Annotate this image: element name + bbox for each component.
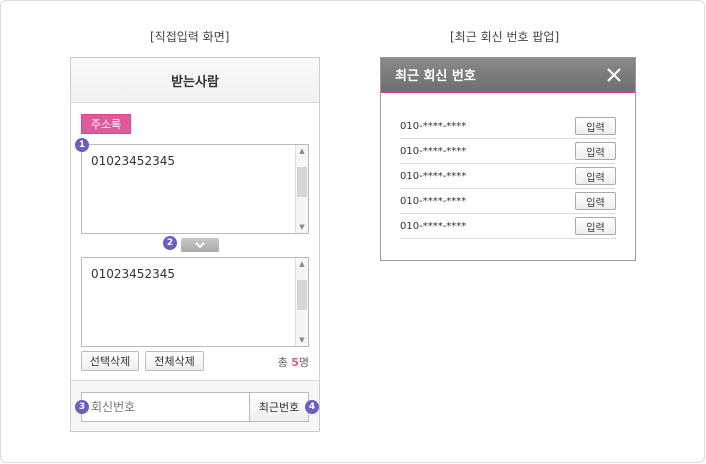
recent-popup-caption: [최근 회신 번호 팝업] — [450, 30, 560, 44]
scroll-up-icon[interactable]: ▲ — [296, 258, 308, 270]
callback-number-input[interactable] — [81, 392, 250, 422]
close-icon[interactable] — [606, 67, 622, 83]
number-input-area[interactable]: 01023452345 ▲ ▼ — [81, 144, 309, 234]
recent-number: 010-****-**** — [400, 220, 467, 232]
panel-title: 받는사람 — [71, 58, 319, 103]
enter-button[interactable]: 입력 — [575, 192, 616, 210]
input-scrollbar[interactable]: ▲ ▼ — [295, 145, 308, 233]
total-prefix: 총 — [277, 356, 292, 369]
enter-button[interactable]: 입력 — [575, 167, 616, 185]
recent-number: 010-****-**** — [400, 195, 467, 207]
marker-2: 2 — [163, 236, 177, 250]
direct-input-caption: [직접입력 화면] — [150, 30, 230, 44]
delete-selected-button[interactable]: 선택삭제 — [81, 351, 139, 371]
list-scrollbar[interactable]: ▲ ▼ — [295, 258, 308, 346]
total-suffix: 명 — [298, 356, 309, 369]
scroll-down-icon[interactable]: ▼ — [296, 334, 308, 346]
list-item: 010-****-**** 입력 — [400, 164, 616, 189]
enter-button[interactable]: 입력 — [575, 142, 616, 160]
list-item: 010-****-**** 입력 — [400, 114, 616, 139]
number-input-text: 01023452345 — [91, 154, 175, 168]
recent-number-list: 010-****-**** 입력 010-****-**** 입력 010-**… — [400, 114, 616, 239]
enter-button[interactable]: 입력 — [575, 217, 616, 235]
list-item: 010-****-**** 입력 — [400, 214, 616, 239]
recipient-list-area[interactable]: 01023452345 ▲ ▼ — [81, 257, 309, 347]
popup-title: 최근 회신 번호 — [395, 69, 476, 84]
scroll-thumb[interactable] — [297, 280, 307, 310]
recent-number-button[interactable]: 최근번호 — [249, 392, 309, 422]
list-item: 010-****-**** 입력 — [400, 189, 616, 214]
address-book-button[interactable]: 주소록 — [81, 114, 131, 134]
scroll-down-icon[interactable]: ▼ — [296, 221, 308, 233]
chevron-down-icon — [195, 241, 205, 248]
scroll-up-icon[interactable]: ▲ — [296, 145, 308, 157]
recipient-list-item[interactable]: 01023452345 — [91, 267, 175, 281]
total-count: 총 5명 — [278, 354, 309, 370]
popup-header: 최근 회신 번호 — [381, 58, 635, 93]
total-number: 5 — [291, 356, 299, 369]
callback-section: 최근번호 — [71, 380, 319, 431]
delete-all-button[interactable]: 전체삭제 — [145, 351, 204, 371]
recipient-panel: 받는사람 주소록 01023452345 ▲ ▼ 01023452345 ▲ ▼… — [70, 57, 320, 432]
add-to-list-button[interactable] — [181, 238, 219, 252]
marker-4: 4 — [305, 400, 319, 414]
marker-1: 1 — [75, 138, 89, 152]
recent-number: 010-****-**** — [400, 170, 467, 182]
recent-number: 010-****-**** — [400, 120, 467, 132]
enter-button[interactable]: 입력 — [575, 117, 616, 135]
recent-number: 010-****-**** — [400, 145, 467, 157]
scroll-thumb[interactable] — [297, 167, 307, 197]
list-item: 010-****-**** 입력 — [400, 139, 616, 164]
recent-callback-popup: 최근 회신 번호 010-****-**** 입력 010-****-**** … — [380, 57, 636, 261]
marker-3: 3 — [75, 400, 89, 414]
